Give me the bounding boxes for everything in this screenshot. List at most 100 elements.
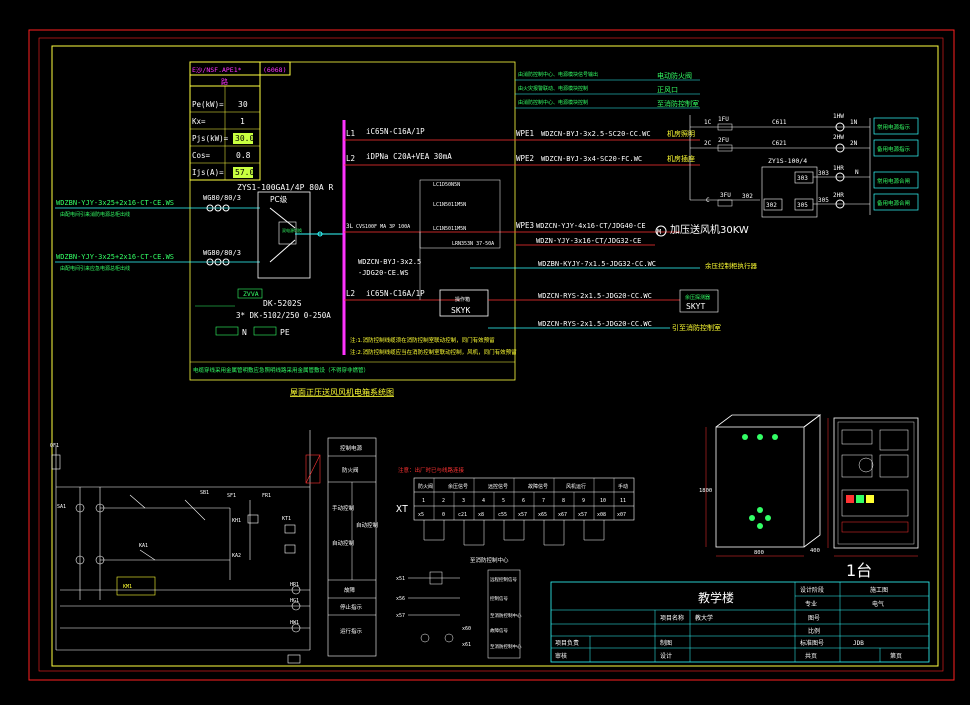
ctl-label-hr1: HR1 <box>290 582 299 588</box>
branch-3-cable: WDZCN-YJY-4x16-CT/JDG40-CE <box>536 222 646 230</box>
ts-h0: 防火阀 <box>418 483 433 490</box>
rc-fuse-0: 1FU <box>718 116 729 123</box>
branch-4-id: L2 <box>346 289 355 298</box>
fn-5: 故障 <box>344 586 356 594</box>
ts-c4: c55 <box>498 512 507 518</box>
param-value-4: 57.0 <box>235 168 254 177</box>
rc-term-0: 303 <box>797 175 808 182</box>
tb-standard-label: 标准图号 <box>800 639 824 647</box>
feeder-2-cable: WDZBN-YJY-3x25+2x16-CT-CE.WS <box>56 253 174 261</box>
pe-label: PE <box>280 328 290 337</box>
feeder-1-cable: WDZBN-YJY-3x25+2x16-CT-CE.WS <box>56 199 174 207</box>
cab-count: 1台 <box>846 561 872 580</box>
rc-lamp-0: 1HW <box>833 113 844 120</box>
cab-width: 800 <box>754 550 764 556</box>
ctl-label-kt1: KT1 <box>282 516 291 522</box>
params-header-left: E沙/NSF.APE1* <box>192 66 242 74</box>
rc-out-0: 303 <box>818 170 829 177</box>
branch-1-breaker: iC65N-C16A/1P <box>366 127 425 136</box>
rc-lamp-2: 1HR <box>833 165 844 172</box>
rc-pre-1: 2C <box>704 140 712 147</box>
param-label-2: Pjs(kW)= <box>192 134 229 143</box>
skyk-end-2: 引至消防控制室 <box>672 323 721 332</box>
tb-drawing-no: 图号 <box>808 615 820 622</box>
note-1: 注:1.消防控制线缆须在消防控制室联动控制，同门有效预留 <box>350 336 495 344</box>
tb-discipline-label: 专业 <box>805 600 817 608</box>
cabinet-front: 1800 800 400 <box>699 414 822 557</box>
branch-1-load: 机房照明 <box>667 129 695 138</box>
param-label-3: Cos= <box>192 151 211 160</box>
ctl-label-hw1: HW1 <box>290 620 299 626</box>
contactor-3: LRN353N 37-50A <box>452 241 494 247</box>
params-header-right: (6068) <box>263 66 286 74</box>
contactor-group: LC1D50N5N LC1N5011M5N LC1N5011M5N LRN353… <box>419 179 501 300</box>
skyk-box: 操作箱 SKYK WDZBN-KYJY-7x1.5-JDG32-CC.WC 余压… <box>439 260 758 332</box>
ts-n7: 8 <box>562 498 565 504</box>
rc-pre-3: C <box>706 197 710 204</box>
fn-4: 自动控制 <box>356 521 379 529</box>
skyk-end-0: 余压控制柜执行器 <box>705 261 758 270</box>
signal-3-end: 至消防控制室 <box>657 99 699 108</box>
tb-stage-label: 设计阶段 <box>800 586 824 594</box>
tb-project: 教学楼 <box>698 590 734 605</box>
fn-3: 自动控制 <box>332 539 355 547</box>
rc-fuse-3: 3FU <box>720 192 731 199</box>
function-column: 控制电源 防火阀 手动控制 自动控制 自动控制 故障 停止指示 运行指示 <box>327 437 379 657</box>
skyk-cable-1: WDZCN-RYS-2x1.5-JDG20-CC.WC <box>538 292 652 300</box>
rc-wire-0: C611 <box>772 119 787 126</box>
ts-codes: x5 0 c21 x8 c55 x57 x65 x67 x57 x08 x07 <box>418 512 626 518</box>
signal-1-end: 电动防火阀 <box>657 71 692 80</box>
legend-block: x51 x56 x57 x60 x61 远程控制信号 控制信号 至消防控制中心 … <box>396 569 522 659</box>
rc-fuse-1: 2FU <box>718 137 729 144</box>
ctl-label-km1: KM1 <box>123 584 132 590</box>
terminal-strip: 注意：出厂时已与线路连接 XT 防火阀 余压信号 远控信号 故障信号 风机运行 … <box>396 466 635 564</box>
ctl-label-hg1: HG1 <box>290 598 299 604</box>
tb-stage-value: 施工图 <box>870 586 888 594</box>
n-label: N <box>242 328 247 337</box>
main-breaker-label: ZYS1-100GA1/4P 80A R <box>237 183 334 192</box>
rc-model: ZY1S-100/4 <box>768 157 807 165</box>
fn-1: 防火阀 <box>342 466 359 474</box>
ts-h4: 风机运行 <box>566 483 586 490</box>
feeder-2-meter: WG80/80/3 <box>203 249 241 257</box>
rc-tail-0: 1N <box>850 119 858 126</box>
rc-wire-1: C621 <box>772 140 787 147</box>
branch-1: L1 iC65N-C16A/1P WPE1 WDZCN-BYJ-3x2.5-SC… <box>344 127 700 141</box>
skyk-label: SKYK <box>451 306 470 315</box>
pc-label: PC级 <box>270 194 288 204</box>
ts-n10: 11 <box>620 498 626 504</box>
title-block: 教学楼 设计阶段 施工图 专业 电气 图号 比例 标准图号 JDB 共页 第页 … <box>550 581 930 663</box>
branch-2-id: L2 <box>346 154 355 163</box>
ts-h2: 远控信号 <box>488 483 508 490</box>
legend-t3: 故障信号 <box>490 627 508 634</box>
param-value-0: 30 <box>238 100 248 109</box>
legend-i4: x61 <box>462 642 471 648</box>
rc-box-3: 备用电源合闸 <box>877 199 910 207</box>
branch-2: L2 iDPNa C20A+VEA 30mA WPE2 WDZCN-BYJ-3x… <box>344 152 700 166</box>
branch-3-id: 3L <box>346 223 354 230</box>
tb-row-3: 设计 <box>660 652 672 660</box>
skyk-cable-0: WDZBN-KYJY-7x1.5-JDG32-CC.WC <box>538 260 656 268</box>
feeder-1-note: 由配电间引来消防电源总柜出线 <box>60 211 130 218</box>
tb-scale: 比例 <box>808 627 820 635</box>
branch-3-cable2: WDZN-YJY-3x16-CT/JDG32-CE <box>536 237 641 245</box>
signal-1-text: 由消防控制中心、电源模块信号输出 <box>518 71 598 78</box>
branch-2-code: WPE2 <box>516 154 534 163</box>
ts-n1: 2 <box>442 498 445 504</box>
ctl-label-kh1: KH1 <box>232 518 241 524</box>
tb-total: 共页 <box>805 652 817 660</box>
branch-4-cable-in: WDZCN-BYJ-3x2.5 <box>358 258 421 266</box>
feeder-1-meter: WG80/80/3 <box>203 194 241 202</box>
n-terminal: N PE <box>215 326 290 337</box>
tb-name-value: 教大学 <box>695 614 713 622</box>
legend-t2: 至消防控制中心 <box>490 612 522 619</box>
ts-n5: 6 <box>522 498 525 504</box>
params-table: E沙/NSF.APE1* (6068) 路 Pe(kW)= 30 Kx= 1 P… <box>189 61 291 181</box>
contactor-0: LC1D50N5N <box>433 182 460 188</box>
rc-term-1: 302 <box>766 202 777 209</box>
bottom-note: 电缆穿线采用金属管明敷应急照明线路采用金属管敷设（不得穿非燃管） <box>193 366 369 374</box>
control-labels: QF1 SA1 SB1 KA1 KM1 FR1 SF1 KH1 KA2 KT1 … <box>50 443 299 626</box>
branch-3-load: 加压送风机30KW <box>670 223 749 236</box>
ts-c2: c21 <box>458 512 467 518</box>
skyk-end-1: SKYT <box>686 302 705 311</box>
